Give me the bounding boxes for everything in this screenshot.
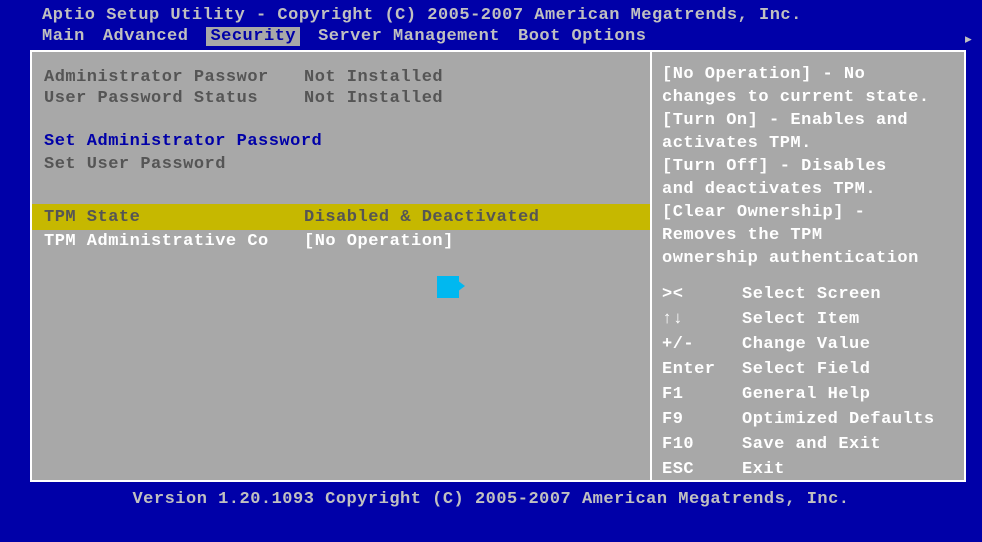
user-password-status-row: User Password Status Not Installed	[44, 89, 650, 108]
key-hint-save-exit: F10Save and Exit	[662, 434, 956, 457]
tpm-state-row[interactable]: TPM State Disabled & Deactivated	[32, 204, 650, 230]
settings-panel: Administrator Passwor Not Installed User…	[30, 50, 650, 482]
tpm-admin-value: [No Operation]	[304, 232, 454, 251]
tpm-state-value: Disabled & Deactivated	[304, 208, 539, 227]
key-hint-exit: ESCExit	[662, 459, 956, 482]
key-key: ↑↓	[662, 309, 742, 332]
key-key: F9	[662, 409, 742, 432]
title-text: Aptio Setup Utility - Copyright (C) 2005…	[42, 6, 802, 25]
key-key: ><	[662, 284, 742, 307]
user-password-value: Not Installed	[304, 89, 443, 108]
key-hint-select-field: EnterSelect Field	[662, 359, 956, 382]
help-text: [No Operation] - No changes to current s…	[662, 64, 956, 270]
tab-advanced[interactable]: Advanced	[103, 27, 189, 46]
key-hint-help: F1General Help	[662, 384, 956, 407]
tab-main[interactable]: Main	[42, 27, 85, 46]
key-desc: Select Item	[742, 309, 860, 332]
main-area: Administrator Passwor Not Installed User…	[30, 50, 966, 482]
tab-server-management[interactable]: Server Management	[318, 27, 500, 46]
set-user-password-label: Set User Password	[44, 155, 226, 174]
key-hints: ><Select Screen ↑↓Select Item +/-Change …	[662, 284, 956, 482]
set-admin-password-label: Set Administrator Password	[44, 132, 322, 151]
tab-bar: Main Advanced Security Server Management…	[0, 25, 982, 50]
key-desc: General Help	[742, 384, 870, 407]
key-desc: Select Field	[742, 359, 870, 382]
admin-password-value: Not Installed	[304, 68, 443, 87]
key-hint-defaults: F9Optimized Defaults	[662, 409, 956, 432]
admin-password-label: Administrator Passwor	[44, 68, 304, 87]
key-desc: Save and Exit	[742, 434, 881, 457]
key-key: F1	[662, 384, 742, 407]
help-panel: [No Operation] - No changes to current s…	[650, 50, 966, 482]
tpm-admin-label: TPM Administrative Co	[44, 232, 304, 251]
tpm-admin-row[interactable]: TPM Administrative Co [No Operation]	[44, 232, 650, 251]
key-key: F10	[662, 434, 742, 457]
title-bar: Aptio Setup Utility - Copyright (C) 2005…	[0, 0, 982, 25]
tab-scroll-right-icon[interactable]: ▸	[963, 29, 974, 50]
key-key: Enter	[662, 359, 742, 382]
set-admin-password-item[interactable]: Set Administrator Password	[44, 132, 650, 151]
tab-security[interactable]: Security	[206, 27, 300, 46]
user-password-label: User Password Status	[44, 89, 304, 108]
key-hint-select-screen: ><Select Screen	[662, 284, 956, 307]
tab-boot-options[interactable]: Boot Options	[518, 27, 646, 46]
set-user-password-item[interactable]: Set User Password	[44, 155, 650, 174]
admin-password-status-row: Administrator Passwor Not Installed	[44, 68, 650, 87]
key-hint-select-item: ↑↓Select Item	[662, 309, 956, 332]
tpm-state-label: TPM State	[44, 208, 304, 227]
key-hint-change-value: +/-Change Value	[662, 334, 956, 357]
key-key: +/-	[662, 334, 742, 357]
footer-bar: Version 1.20.1093 Copyright (C) 2005-200…	[0, 482, 982, 509]
cursor-icon	[437, 276, 459, 298]
key-desc: Optimized Defaults	[742, 409, 935, 432]
key-desc: Select Screen	[742, 284, 881, 307]
footer-text: Version 1.20.1093 Copyright (C) 2005-200…	[132, 490, 849, 509]
key-desc: Exit	[742, 459, 785, 482]
key-desc: Change Value	[742, 334, 870, 357]
key-key: ESC	[662, 459, 742, 482]
